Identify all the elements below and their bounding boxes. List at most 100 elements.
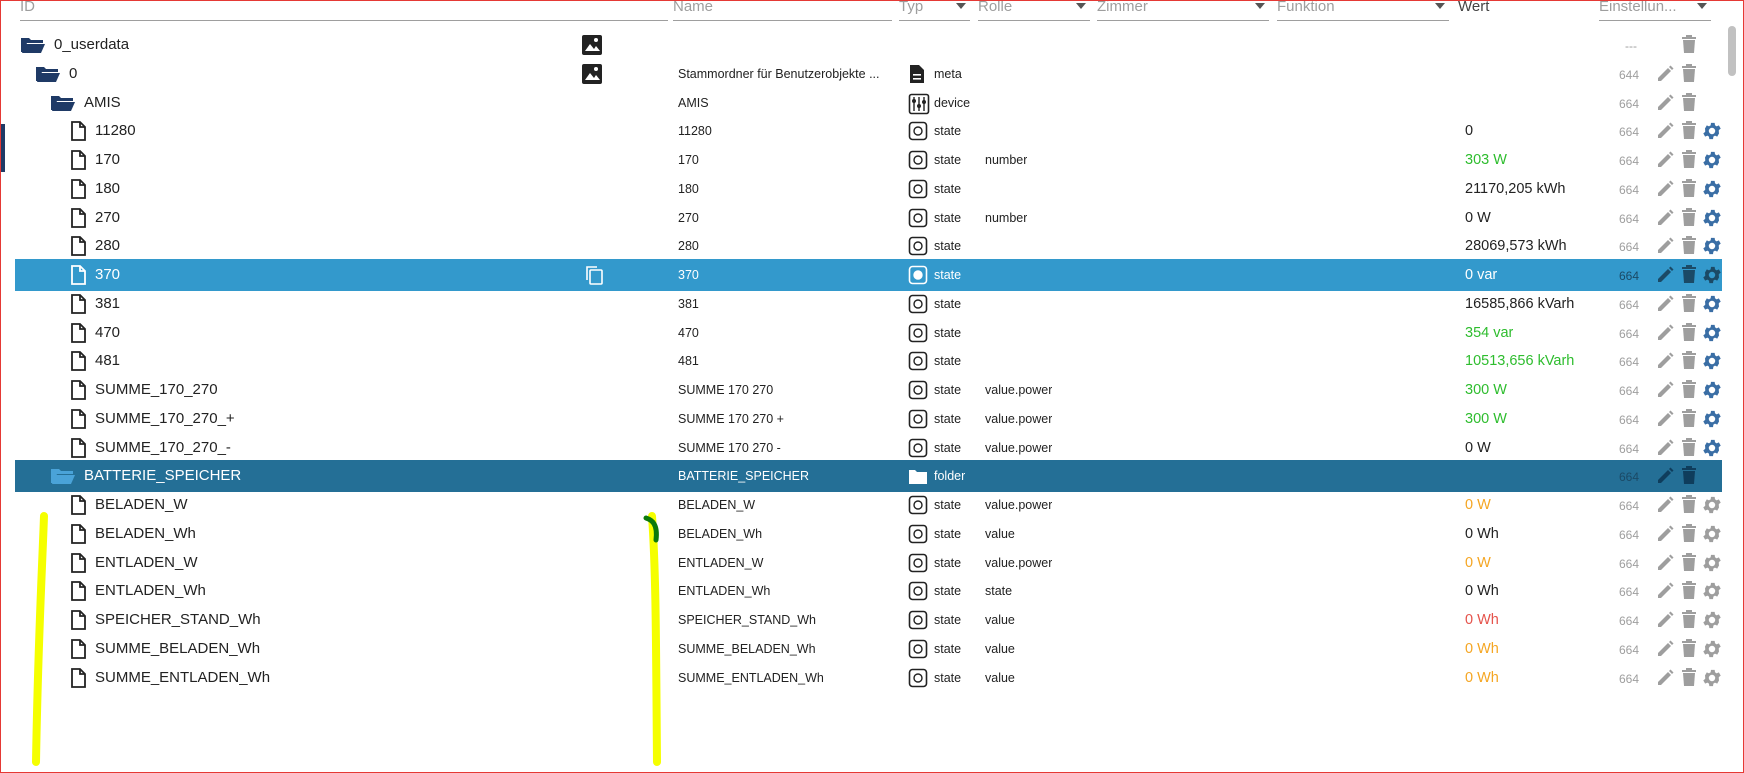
id-filter-input[interactable]: ID bbox=[20, 0, 668, 21]
table-row[interactable]: 370 370 state 0 var 664 bbox=[15, 259, 1722, 291]
image-icon[interactable] bbox=[581, 34, 603, 56]
folder-row[interactable]: BATTERIE_SPEICHER BATTERIE_SPEICHER folder… bbox=[15, 460, 1722, 493]
trash-icon[interactable] bbox=[1680, 322, 1698, 342]
object-value[interactable]: 0 Wh bbox=[1465, 662, 1499, 694]
object-value[interactable]: 10513,656 kVarh bbox=[1465, 345, 1574, 377]
table-row[interactable]: 170 170 state number 303 W 664 bbox=[15, 144, 1722, 176]
gear-icon[interactable] bbox=[1701, 293, 1723, 315]
trash-icon[interactable] bbox=[1680, 408, 1698, 428]
trash-icon[interactable] bbox=[1680, 34, 1698, 54]
file-icon[interactable] bbox=[70, 552, 86, 573]
table-row[interactable]: 381 381 state 16585,866 kVarh 664 bbox=[15, 288, 1722, 320]
gear-icon[interactable] bbox=[1701, 408, 1723, 430]
trash-icon[interactable] bbox=[1680, 667, 1698, 687]
folder-row[interactable]: 0 Stammordner für Benutzerobjekte ... meta… bbox=[15, 58, 1722, 90]
gear-icon[interactable] bbox=[1701, 120, 1723, 142]
trash-icon[interactable] bbox=[1680, 207, 1698, 227]
table-row[interactable]: ENTLADEN_W ENTLADEN_W state value.power 0 W 6… bbox=[15, 547, 1722, 579]
object-value[interactable]: 0 W bbox=[1465, 489, 1491, 521]
edit-icon[interactable] bbox=[1655, 323, 1675, 343]
file-icon[interactable] bbox=[70, 207, 86, 228]
folder-open-icon[interactable] bbox=[50, 466, 76, 486]
edit-icon[interactable] bbox=[1655, 581, 1675, 601]
table-row[interactable]: BELADEN_Wh BELADEN_Wh state value 0 Wh 664 bbox=[15, 518, 1722, 550]
file-icon[interactable] bbox=[70, 351, 86, 372]
table-row[interactable]: 11280 11280 state 0 664 bbox=[15, 115, 1722, 147]
trash-icon[interactable] bbox=[1680, 523, 1698, 543]
object-value[interactable]: 0 W bbox=[1465, 547, 1491, 579]
edit-icon[interactable] bbox=[1655, 64, 1675, 84]
gear-icon[interactable] bbox=[1701, 437, 1723, 459]
function-filter-select[interactable]: Funktion bbox=[1277, 0, 1449, 21]
file-icon[interactable] bbox=[70, 408, 86, 429]
table-row[interactable]: 280 280 state 28069,573 kWh 664 bbox=[15, 230, 1722, 262]
file-icon[interactable] bbox=[70, 380, 86, 400]
gear-icon[interactable] bbox=[1701, 638, 1723, 660]
trash-icon[interactable] bbox=[1680, 437, 1698, 457]
file-icon[interactable] bbox=[70, 293, 86, 314]
edit-icon[interactable] bbox=[1655, 179, 1675, 199]
gear-icon[interactable] bbox=[1701, 235, 1723, 257]
edit-icon[interactable] bbox=[1655, 150, 1675, 170]
table-row[interactable]: BELADEN_W BELADEN_W state value.power 0 W 664 bbox=[15, 489, 1722, 521]
table-row[interactable]: 481 481 state 10513,656 kVarh 664 bbox=[15, 345, 1722, 377]
file-icon[interactable] bbox=[70, 437, 86, 458]
file-icon[interactable] bbox=[70, 322, 86, 343]
edit-icon[interactable] bbox=[1655, 351, 1675, 371]
table-row[interactable]: ENTLADEN_Wh ENTLADEN_Wh state state 0 Wh 664 bbox=[15, 575, 1722, 607]
object-value[interactable]: 0 Wh bbox=[1465, 604, 1499, 636]
role-filter-select[interactable]: Rolle bbox=[978, 0, 1090, 21]
gear-icon[interactable] bbox=[1701, 523, 1723, 545]
edit-icon[interactable] bbox=[1655, 409, 1675, 429]
trash-icon[interactable] bbox=[1680, 350, 1698, 370]
edit-icon[interactable] bbox=[1655, 265, 1675, 285]
gear-icon[interactable] bbox=[1701, 264, 1723, 286]
file-icon[interactable] bbox=[70, 121, 86, 142]
gear-icon[interactable] bbox=[1701, 178, 1723, 200]
edit-icon[interactable] bbox=[1655, 121, 1675, 141]
gear-icon[interactable] bbox=[1701, 494, 1723, 516]
folder-open-icon[interactable] bbox=[50, 93, 76, 113]
file-icon[interactable] bbox=[70, 667, 86, 688]
copy-icon[interactable] bbox=[584, 265, 604, 285]
object-value[interactable]: 0 W bbox=[1465, 202, 1491, 234]
object-value[interactable]: 354 var bbox=[1465, 317, 1513, 349]
edit-icon[interactable] bbox=[1655, 236, 1675, 256]
table-row[interactable]: 180 180 state 21170,205 kWh 664 bbox=[15, 173, 1722, 205]
object-value[interactable]: 0 var bbox=[1465, 259, 1497, 291]
table-row[interactable]: SUMME_ENTLADEN_Wh SUMME_ENTLADEN_Wh state v… bbox=[15, 662, 1722, 694]
object-value[interactable]: 0 Wh bbox=[1465, 633, 1499, 665]
gear-icon[interactable] bbox=[1701, 149, 1723, 171]
trash-icon[interactable] bbox=[1680, 264, 1698, 284]
gear-icon[interactable] bbox=[1701, 552, 1723, 574]
edit-icon[interactable] bbox=[1655, 495, 1675, 515]
edit-icon[interactable] bbox=[1655, 438, 1675, 458]
object-value[interactable]: 16585,866 kVarh bbox=[1465, 288, 1574, 320]
gear-icon[interactable] bbox=[1701, 207, 1723, 229]
trash-icon[interactable] bbox=[1680, 149, 1698, 169]
file-icon[interactable] bbox=[70, 265, 86, 285]
room-filter-select[interactable]: Zimmer bbox=[1097, 0, 1269, 21]
trash-icon[interactable] bbox=[1680, 92, 1698, 112]
edit-icon[interactable] bbox=[1655, 380, 1675, 400]
trash-icon[interactable] bbox=[1680, 379, 1698, 399]
object-value[interactable]: 0 W bbox=[1465, 432, 1491, 464]
folder-open-icon[interactable] bbox=[35, 64, 61, 84]
gear-icon[interactable] bbox=[1701, 667, 1723, 689]
object-value[interactable]: 28069,573 kWh bbox=[1465, 230, 1567, 262]
file-icon[interactable] bbox=[70, 581, 86, 602]
table-row[interactable]: SUMME_BELADEN_Wh SUMME_BELADEN_Wh state val… bbox=[15, 633, 1722, 665]
edit-icon[interactable] bbox=[1655, 93, 1675, 113]
trash-icon[interactable] bbox=[1680, 178, 1698, 198]
table-row[interactable]: SUMME_170_270_- SUMME 170 270 - state value… bbox=[15, 432, 1722, 464]
edit-icon[interactable] bbox=[1655, 466, 1675, 486]
image-icon[interactable] bbox=[581, 63, 603, 85]
gear-icon[interactable] bbox=[1701, 350, 1723, 372]
table-row[interactable]: SUMME_170_270_+ SUMME 170 270 + state value… bbox=[15, 403, 1722, 435]
table-row[interactable]: SUMME_170_270 SUMME 170 270 state value.pow… bbox=[15, 374, 1722, 406]
scrollbar-thumb[interactable] bbox=[1728, 26, 1736, 76]
edit-icon[interactable] bbox=[1655, 610, 1675, 630]
edit-icon[interactable] bbox=[1655, 553, 1675, 573]
edit-icon[interactable] bbox=[1655, 294, 1675, 314]
file-icon[interactable] bbox=[70, 236, 86, 257]
